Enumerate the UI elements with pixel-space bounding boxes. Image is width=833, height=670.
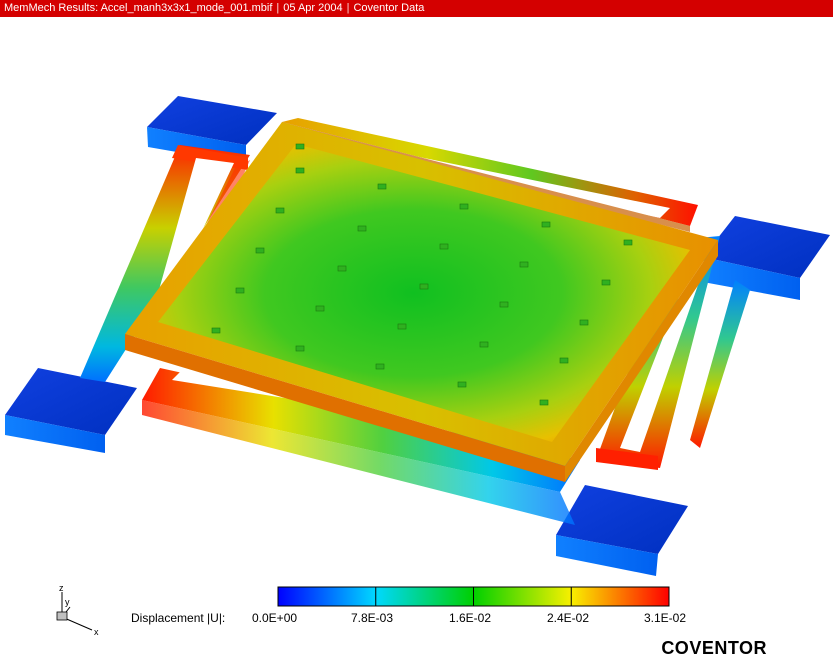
colorbar-title: Displacement |U|: <box>131 611 226 625</box>
title-separator: | <box>346 2 350 14</box>
3d-viewport[interactable]: z y x <box>0 17 833 670</box>
anchor-bottom-right <box>556 485 688 576</box>
axis-x-label: x <box>94 627 99 637</box>
colorbar-tick: 2.4E-02 <box>547 611 590 625</box>
title-separator: | <box>276 2 280 14</box>
title-app: MemMech Results: Accel_manh3x3x1_mode_00… <box>4 2 273 14</box>
colorbar-tick: 1.6E-02 <box>449 611 492 625</box>
colorbar <box>277 586 670 607</box>
axis-z-label: z <box>59 583 64 593</box>
title-date: 05 Apr 2004 <box>283 2 343 14</box>
title-bar: MemMech Results: Accel_manh3x3x1_mode_00… <box>0 0 833 17</box>
fem-render[interactable]: z y x <box>0 17 833 670</box>
anchor-left <box>5 368 137 453</box>
memmech-results-window: MemMech Results: Accel_manh3x3x1_mode_00… <box>0 0 833 670</box>
colorbar-tick: 3.1E-02 <box>644 611 687 625</box>
axis-y-label: y <box>65 597 70 607</box>
colorbar-tick: 0.0E+00 <box>252 611 298 625</box>
axis-triad: z y x <box>56 583 99 637</box>
coventor-logo: COVENTOR <box>661 638 767 658</box>
colorbar-tick: 7.8E-03 <box>351 611 394 625</box>
anchor-right <box>703 216 830 300</box>
title-source: Coventor Data <box>353 2 425 14</box>
